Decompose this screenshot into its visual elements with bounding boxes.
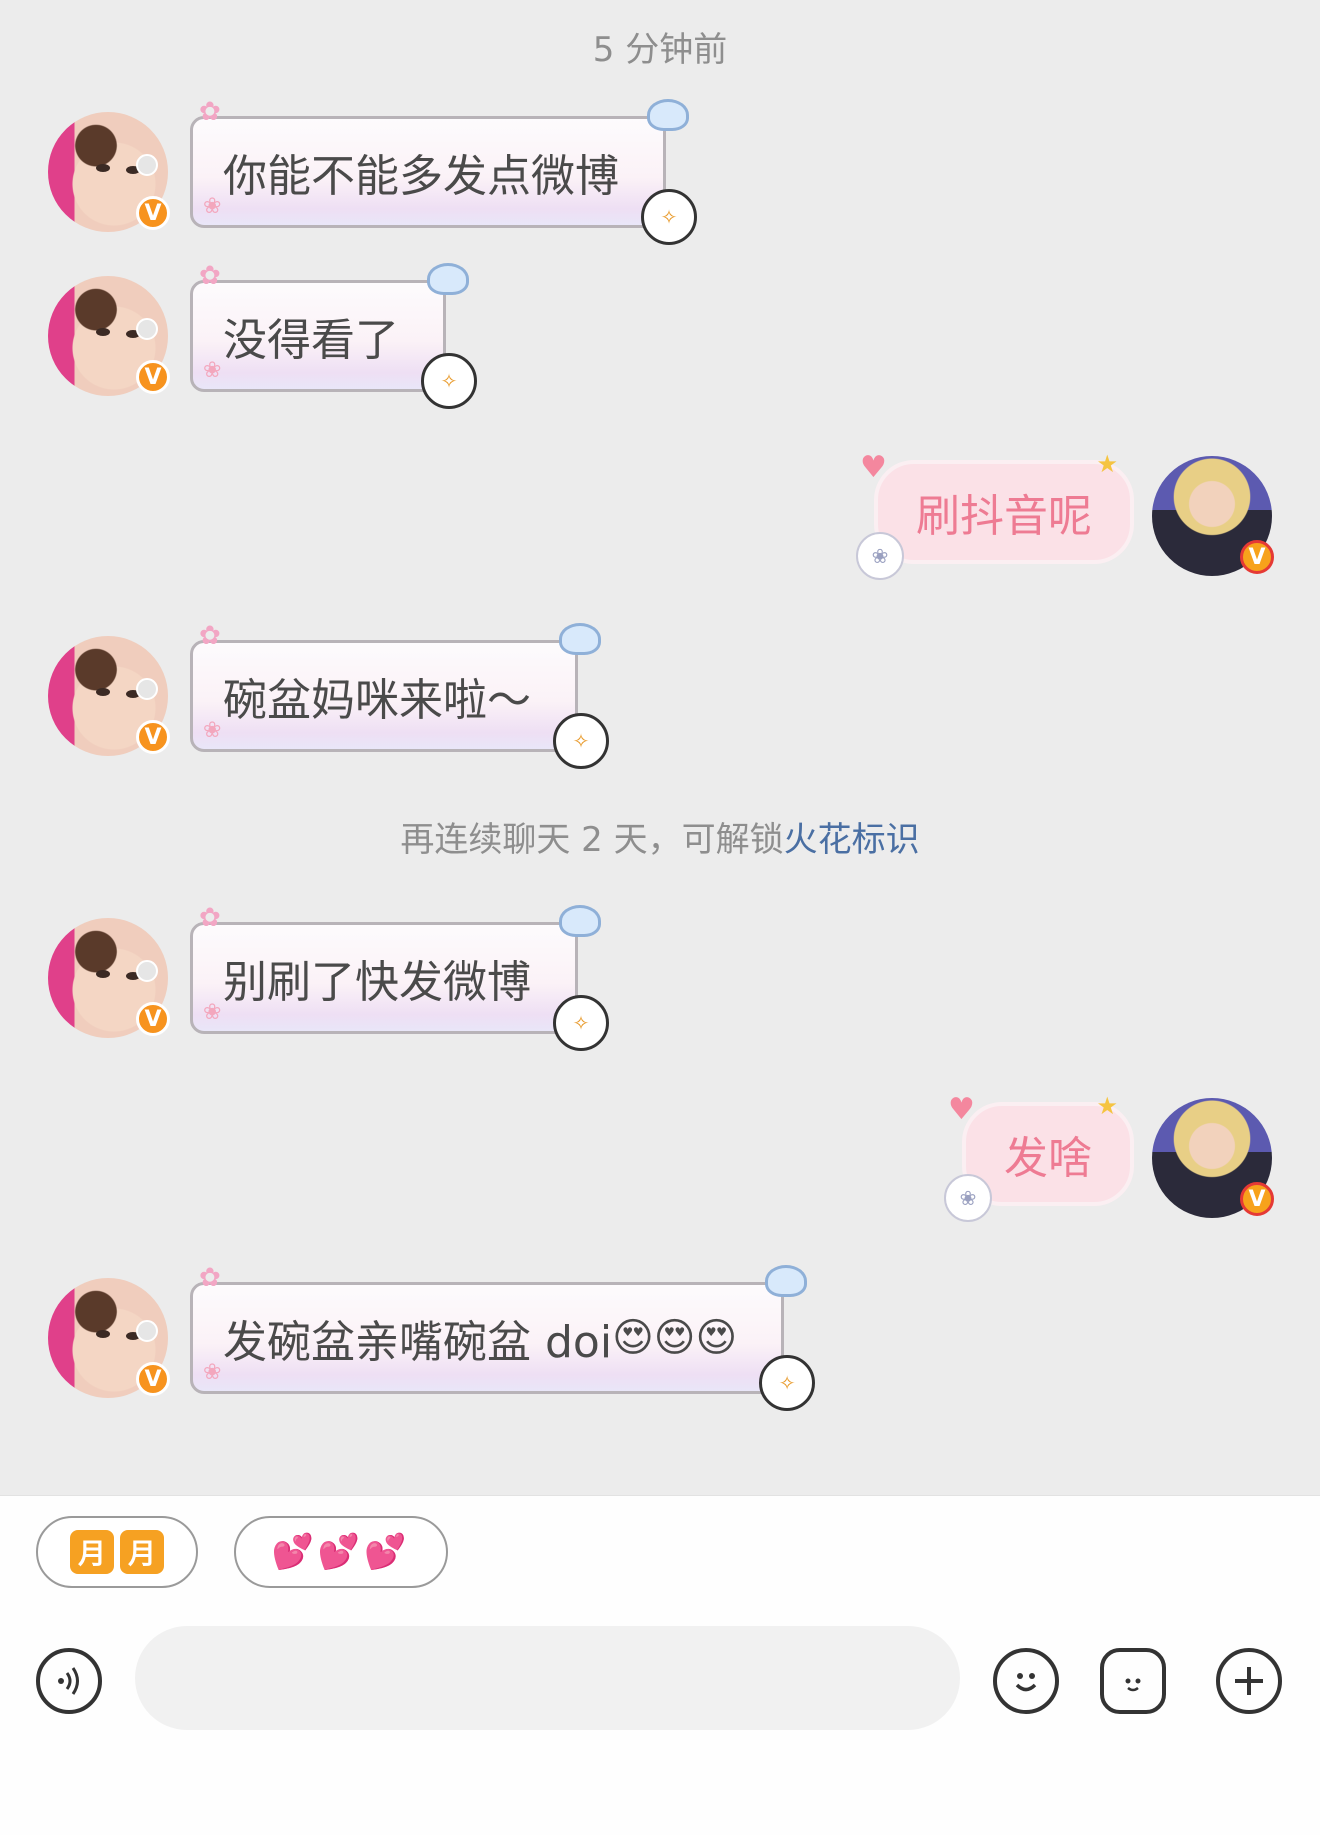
verified-badge-icon: V — [136, 196, 170, 230]
cupid-sticker-icon: ❀ — [856, 532, 904, 580]
self-avatar[interactable]: V — [1152, 1098, 1274, 1218]
moon-tile: 月 — [70, 1530, 114, 1574]
bear-sticker-icon: ✧ — [553, 995, 609, 1051]
cloud-icon — [559, 905, 601, 937]
message-text: 碗盆妈咪来啦～ — [223, 675, 531, 726]
sticker-star-icon[interactable] — [1100, 1648, 1166, 1714]
message-bubble[interactable]: ✿ ❀ ✧ 没得看了 — [190, 261, 477, 409]
status-dot — [136, 1320, 158, 1342]
flower-icon: ✿ — [199, 621, 221, 651]
message-bubble[interactable]: ♥ ★ ❀ 发啥 — [944, 1092, 1134, 1222]
flower-icon: ✿ — [199, 903, 221, 933]
plus-sign-icon — [1235, 1667, 1263, 1695]
winged-heart-icon: ♥ — [860, 450, 887, 485]
verified-badge-icon: V — [136, 1362, 170, 1396]
quick-reply-moon[interactable]: 月月 — [36, 1516, 198, 1588]
moon-tile: 月 — [120, 1530, 164, 1574]
smiley-face-icon — [1015, 1673, 1037, 1692]
paw-icon: ❀ — [203, 1000, 222, 1025]
voice-icon[interactable] — [36, 1648, 102, 1714]
heart-eyes-emoji: 😍😍😍 — [612, 1315, 738, 1361]
message-text: 没得看了 — [223, 315, 399, 366]
paw-icon: ❀ — [203, 358, 222, 383]
input-row — [0, 1626, 1320, 1736]
star-face-icon — [1125, 1678, 1141, 1692]
plus-icon[interactable] — [1216, 1648, 1282, 1714]
message-bubble[interactable]: ✿ ❀ ✧ 碗盆妈咪来啦～ — [190, 621, 609, 769]
cloud-icon — [559, 623, 601, 655]
paw-icon: ❀ — [203, 1360, 222, 1385]
smiley-icon[interactable] — [993, 1648, 1059, 1714]
paw-icon: ❀ — [203, 718, 222, 743]
cloud-icon — [765, 1265, 808, 1297]
verified-badge-icon: V — [1240, 540, 1274, 574]
status-dot — [136, 318, 158, 340]
voice-wave-icon — [58, 1667, 79, 1695]
status-dot — [136, 154, 158, 176]
star-icon: ★ — [1096, 1092, 1118, 1120]
message-bubble[interactable]: ✿ ❀ ✧ 发碗盆亲嘴碗盆 doi 😍😍😍 — [190, 1263, 816, 1411]
flower-icon: ✿ — [199, 1263, 221, 1293]
cloud-icon — [647, 99, 689, 131]
spark-badge-link[interactable]: 火花标识 — [784, 820, 920, 860]
message-bubble[interactable]: ♥ ★ ❀ 刷抖音呢 — [856, 450, 1134, 580]
composer-bar: 月月 💕💕💕 — [0, 1495, 1320, 1835]
star-icon: ★ — [1096, 450, 1118, 478]
paw-icon: ❀ — [203, 194, 222, 219]
spark-notice: 再连续聊天 2 天，可解锁火花标识 — [0, 812, 1320, 861]
message-text: 别刷了快发微博 — [223, 957, 531, 1008]
timestamp: 5 分钟前 — [592, 30, 728, 70]
winged-heart-icon: ♥ — [948, 1092, 975, 1127]
message-text: 刷抖音呢 — [916, 491, 1092, 542]
bear-sticker-icon: ✧ — [553, 713, 609, 769]
flower-icon: ✿ — [199, 97, 221, 127]
cupid-sticker-icon: ❀ — [944, 1174, 992, 1222]
contact-avatar[interactable]: V — [48, 918, 170, 1038]
message-text: 发碗盆亲嘴碗盆 doi — [223, 1317, 613, 1368]
flower-icon: ✿ — [199, 261, 221, 291]
verified-badge-icon: V — [136, 720, 170, 754]
bear-sticker-icon: ✧ — [421, 353, 477, 409]
bear-sticker-icon: ✧ — [759, 1355, 816, 1411]
chat-area: 5 分钟前 V ✿ ❀ ✧ 你能不能多发点微博 V ✿ ❀ ✧ 没得看了 ♥ ★… — [0, 0, 1320, 1495]
status-dot — [136, 678, 158, 700]
message-bubble[interactable]: ✿ ❀ ✧ 别刷了快发微博 — [190, 903, 609, 1051]
verified-badge-icon: V — [136, 1002, 170, 1036]
contact-avatar[interactable]: V — [48, 112, 170, 232]
message-text: 你能不能多发点微博 — [223, 151, 619, 202]
cloud-icon — [427, 263, 469, 295]
quick-reply-hearts[interactable]: 💕💕💕 — [234, 1516, 448, 1588]
verified-badge-icon: V — [1240, 1182, 1274, 1216]
self-avatar[interactable]: V — [1152, 456, 1274, 576]
contact-avatar[interactable]: V — [48, 276, 170, 396]
message-text: 发啥 — [1004, 1133, 1092, 1184]
spark-notice-text: 再连续聊天 2 天，可解锁 — [400, 820, 784, 860]
contact-avatar[interactable]: V — [48, 636, 170, 756]
contact-avatar[interactable]: V — [48, 1278, 170, 1398]
message-input[interactable] — [135, 1626, 960, 1730]
message-bubble[interactable]: ✿ ❀ ✧ 你能不能多发点微博 — [190, 97, 697, 245]
bear-sticker-icon: ✧ — [641, 189, 697, 245]
verified-badge-icon: V — [136, 360, 170, 394]
status-dot — [136, 960, 158, 982]
